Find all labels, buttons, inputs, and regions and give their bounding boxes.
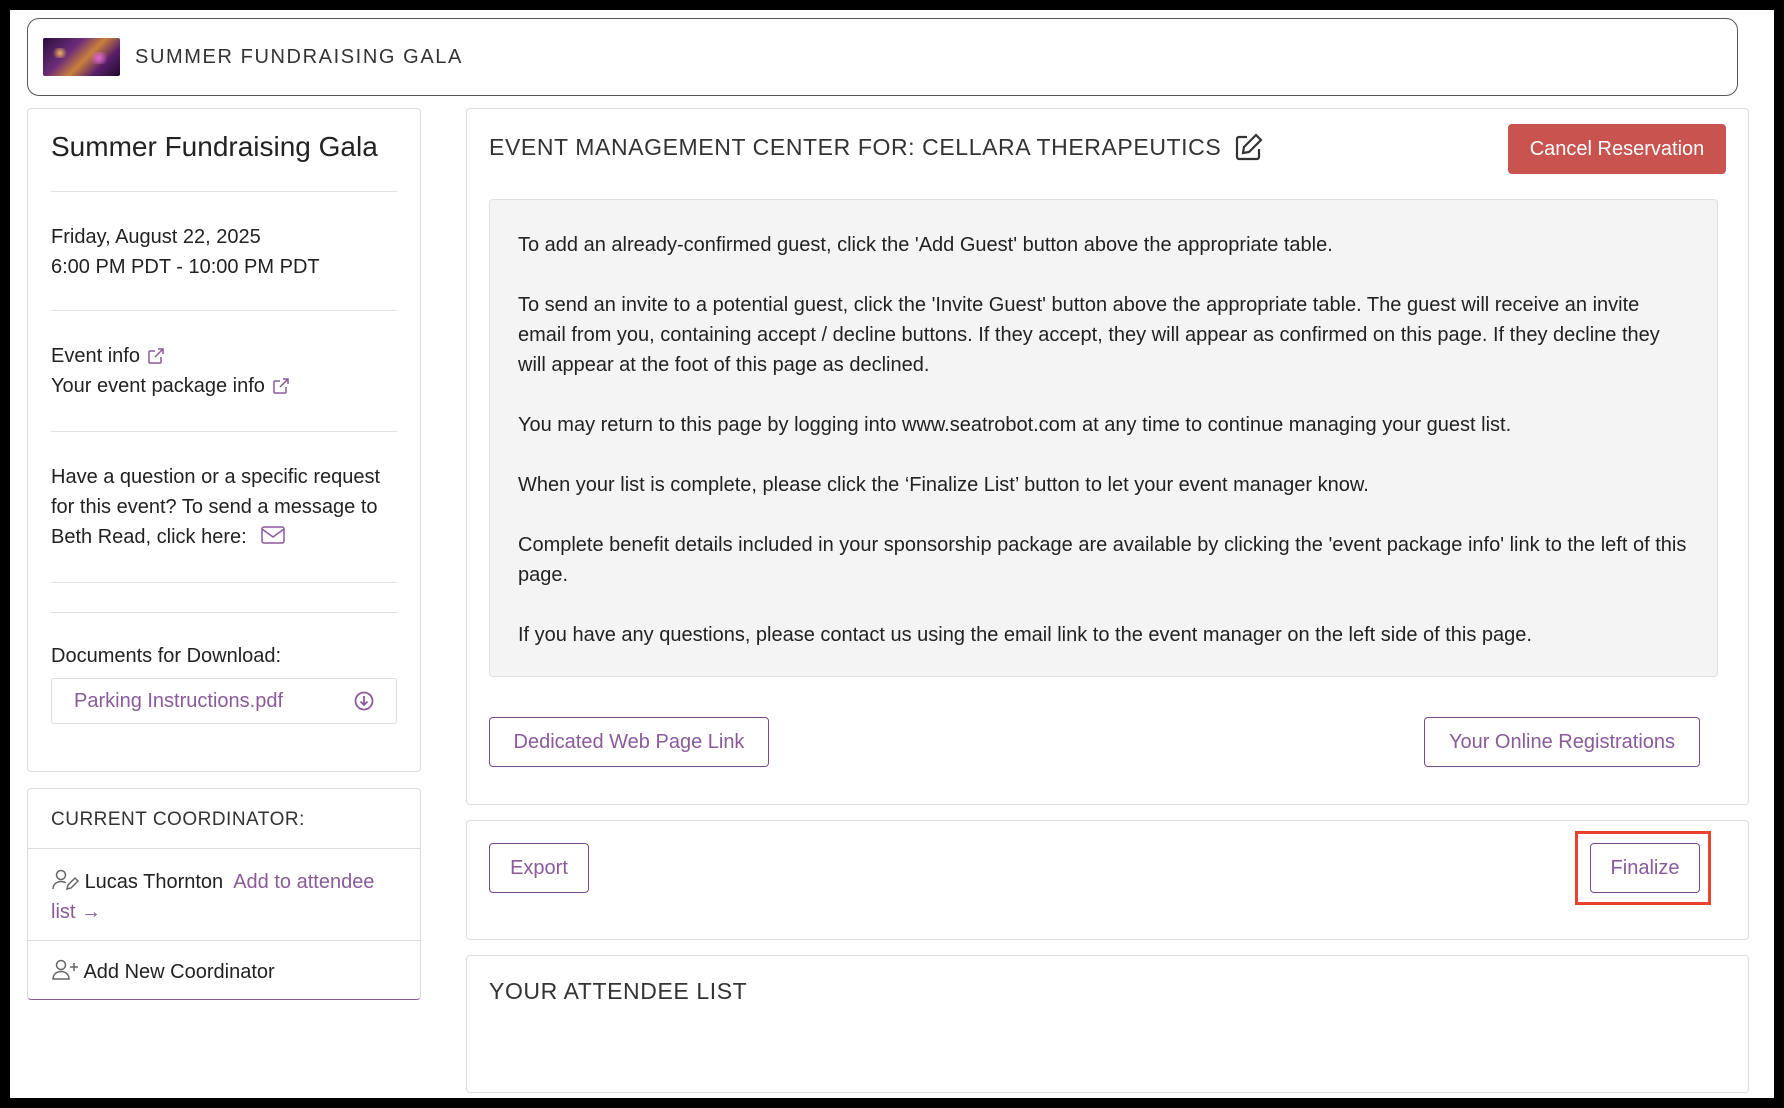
actions-card: Export Finalize xyxy=(466,820,1749,940)
edit-icon[interactable] xyxy=(1233,131,1265,163)
management-title-text: EVENT MANAGEMENT CENTER FOR: CELLARA THE… xyxy=(489,133,1222,160)
instruction-paragraph: When your list is complete, please click… xyxy=(518,474,1369,496)
instruction-paragraph: Complete benefit details included in you… xyxy=(518,534,1687,586)
instruction-paragraph: You may return to this page by logging i… xyxy=(518,414,1512,436)
event-links: Event info Your event package info xyxy=(51,311,397,432)
document-item[interactable]: Parking Instructions.pdf xyxy=(51,678,397,724)
question-text: Have a question or a specific request fo… xyxy=(51,466,381,548)
contact-manager: Have a question or a specific request fo… xyxy=(51,432,397,583)
event-management-panel: EVENT MANAGEMENT CENTER FOR: CELLARA THE… xyxy=(466,108,1749,805)
export-button[interactable]: Export xyxy=(489,843,589,893)
instruction-paragraph: To send an invite to a potential guest, … xyxy=(518,294,1660,376)
package-info-link[interactable]: Your event package info xyxy=(51,371,397,401)
header-bar: SUMMER FUNDRAISING GALA xyxy=(27,18,1738,96)
event-summary-card: Summer Fundraising Gala Friday, August 2… xyxy=(27,108,421,772)
coordinator-name: Lucas Thornton xyxy=(84,871,224,893)
download-icon xyxy=(354,691,374,711)
online-registrations-button[interactable]: Your Online Registrations xyxy=(1424,717,1700,767)
envelope-icon[interactable] xyxy=(260,525,286,545)
package-info-label: Your event package info xyxy=(51,375,265,397)
instruction-paragraph: If you have any questions, please contac… xyxy=(518,624,1532,646)
event-logo xyxy=(43,38,120,76)
event-date: Friday, August 22, 2025 xyxy=(51,226,261,248)
management-title: EVENT MANAGEMENT CENTER FOR: CELLARA THE… xyxy=(489,131,1265,163)
add-new-coordinator-button[interactable]: Add New Coordinator xyxy=(28,941,420,1001)
coordinator-heading: CURRENT COORDINATOR: xyxy=(28,789,420,849)
event-name: Summer Fundraising Gala xyxy=(51,131,397,192)
user-plus-icon xyxy=(52,959,78,980)
event-time: 6:00 PM PDT - 10:00 PM PDT xyxy=(51,256,320,278)
instruction-paragraph: To add an already-confirmed guest, click… xyxy=(518,234,1333,256)
coordinator-card: CURRENT COORDINATOR: Lucas Thornton Add … xyxy=(27,788,421,1000)
header-title: SUMMER FUNDRAISING GALA xyxy=(135,45,463,68)
documents-section: Documents for Download: Parking Instruct… xyxy=(51,613,397,724)
document-name: Parking Instructions.pdf xyxy=(74,689,283,712)
attendee-list-title: YOUR ATTENDEE LIST xyxy=(489,978,748,1004)
external-link-icon xyxy=(273,378,289,394)
cancel-reservation-button[interactable]: Cancel Reservation xyxy=(1508,124,1726,174)
page-frame: SUMMER FUNDRAISING GALA Summer Fundraisi… xyxy=(10,10,1774,1098)
user-edit-icon xyxy=(52,869,79,891)
dedicated-web-page-link-button[interactable]: Dedicated Web Page Link xyxy=(489,717,769,767)
documents-label: Documents for Download: xyxy=(51,645,282,667)
attendee-list-card: YOUR ATTENDEE LIST xyxy=(466,955,1749,1093)
event-datetime: Friday, August 22, 2025 6:00 PM PDT - 10… xyxy=(51,192,397,311)
coordinator-row: Lucas Thornton Add to attendee list → xyxy=(28,849,420,941)
external-link-icon xyxy=(148,348,164,364)
add-new-coordinator-label: Add New Coordinator xyxy=(83,961,275,983)
event-info-label: Event info xyxy=(51,345,140,367)
divider xyxy=(51,583,397,613)
event-info-link[interactable]: Event info xyxy=(51,341,397,371)
arrow-right-icon: → xyxy=(81,901,102,923)
instructions-box: To add an already-confirmed guest, click… xyxy=(489,199,1718,677)
finalize-button[interactable]: Finalize xyxy=(1590,843,1700,893)
